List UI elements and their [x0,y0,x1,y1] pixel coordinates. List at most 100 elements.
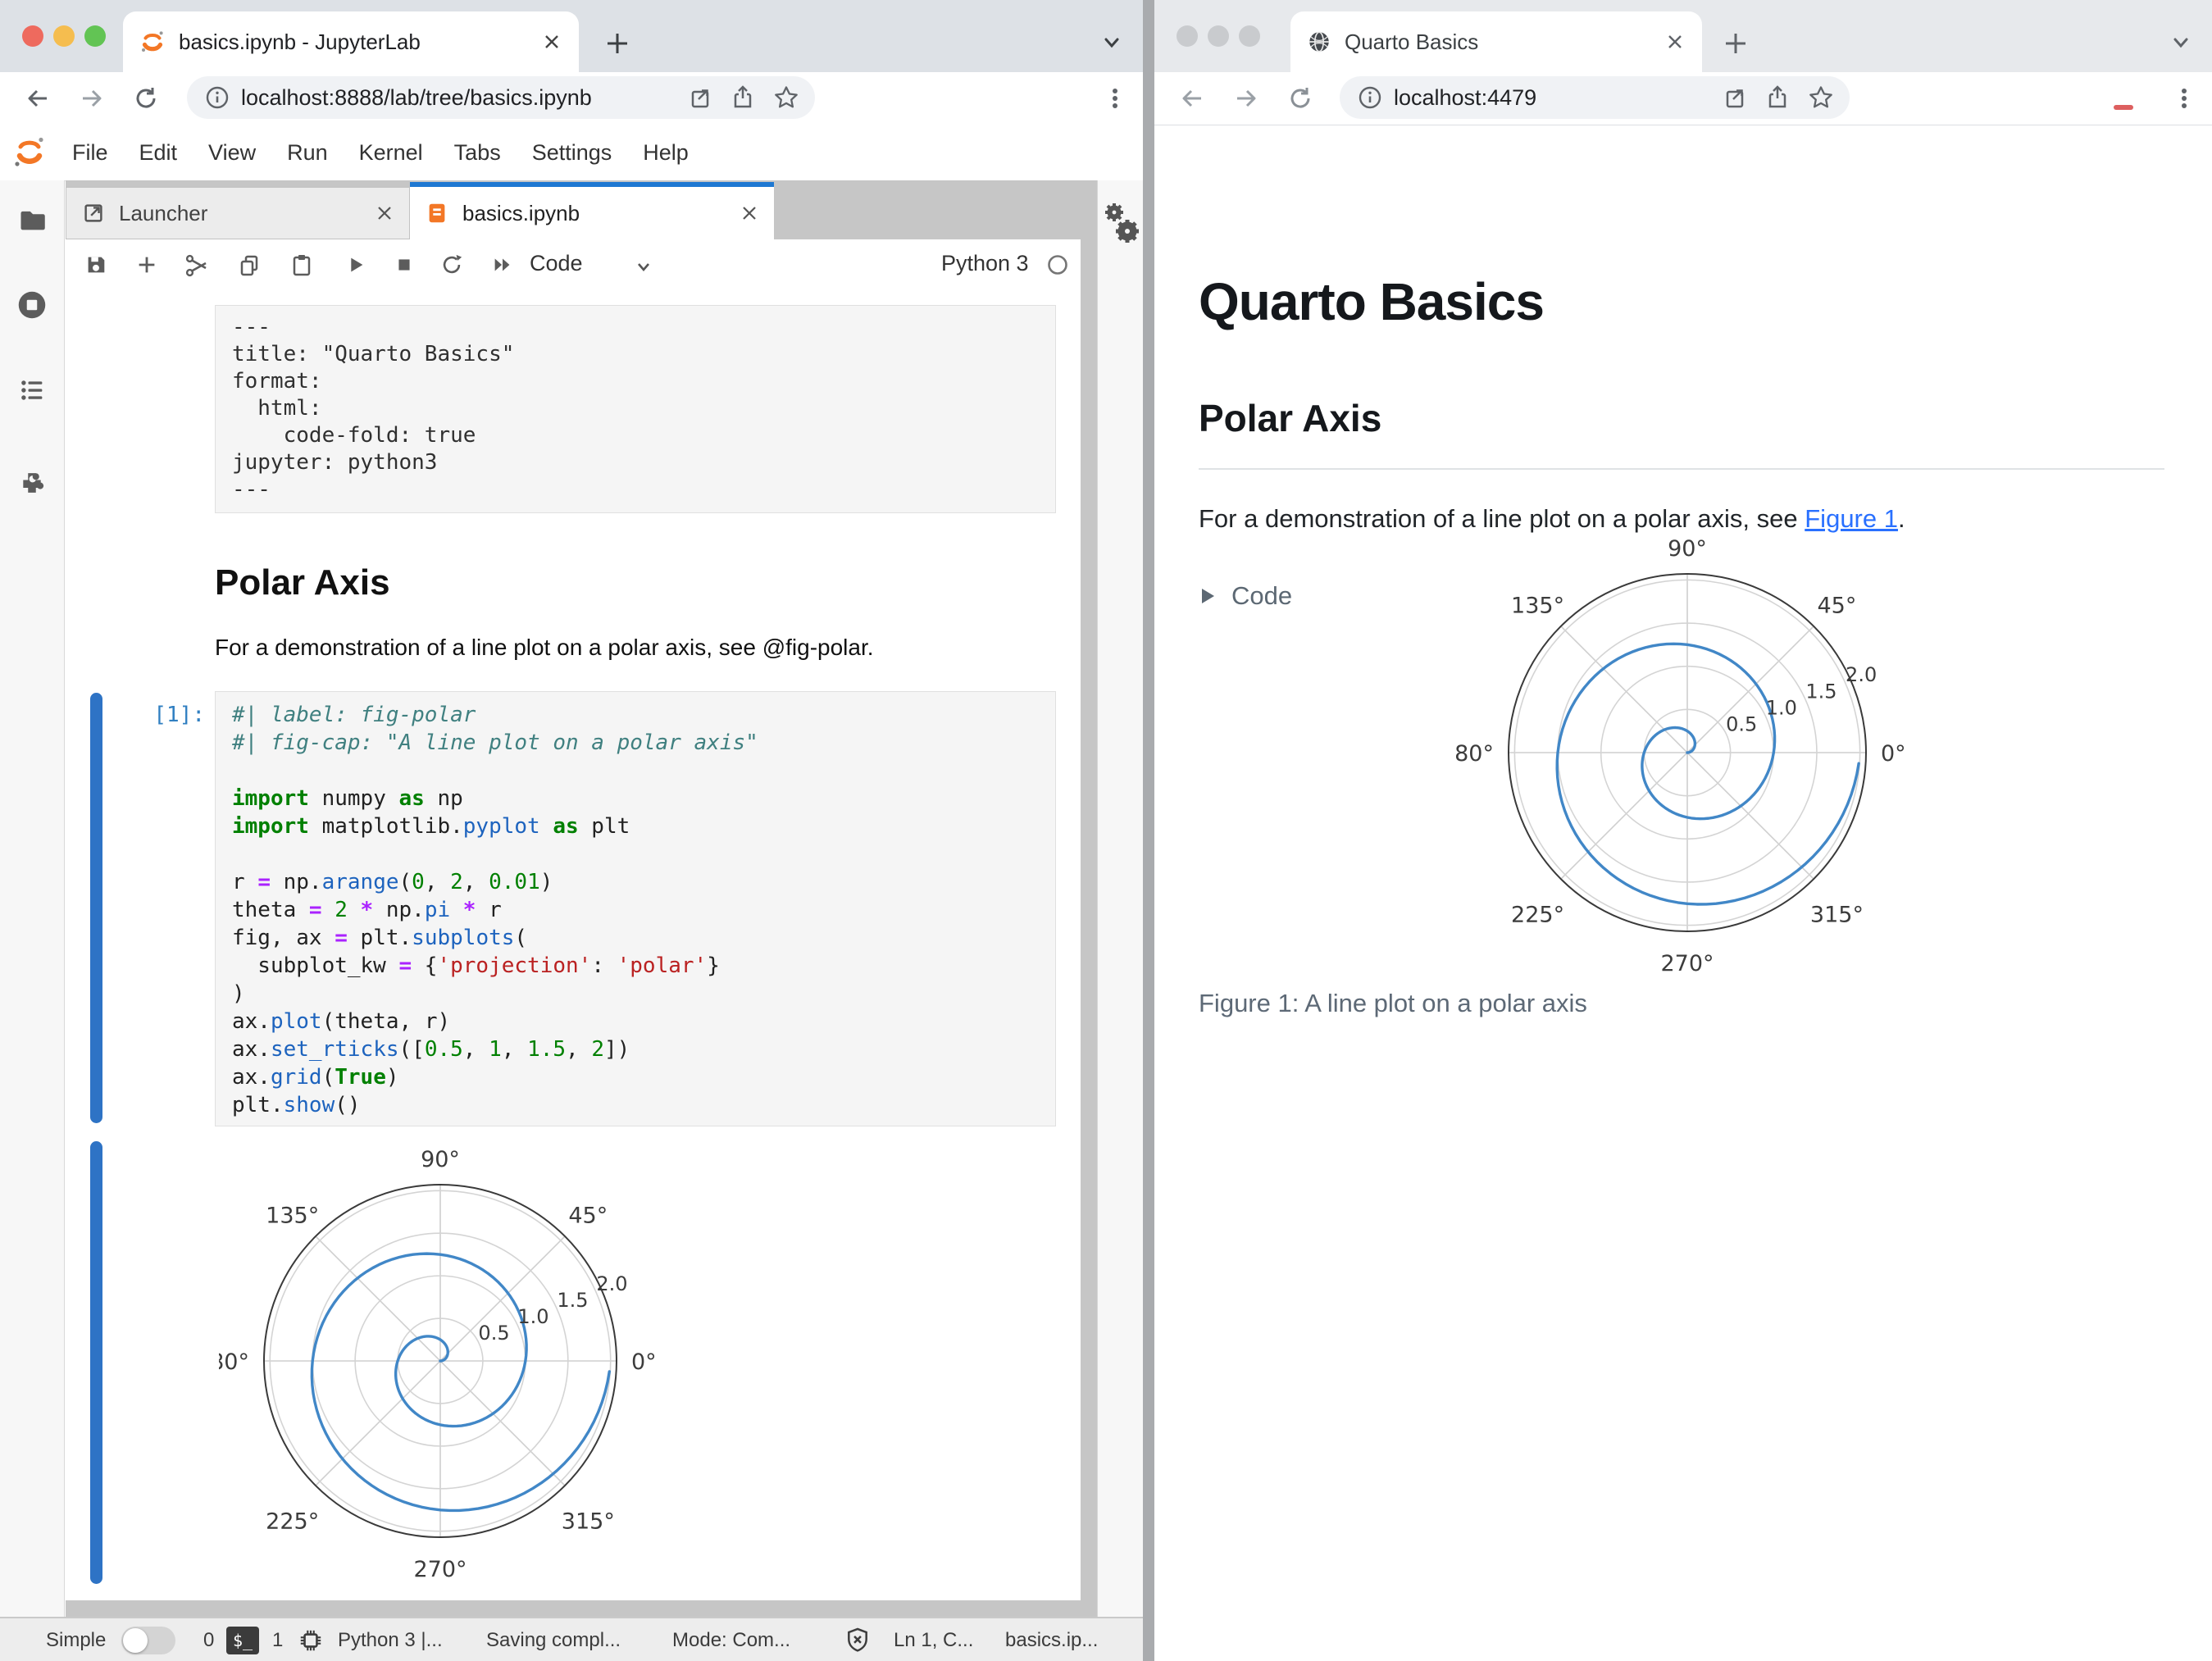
url-text[interactable]: localhost:4479 [1394,85,1722,111]
open-in-window-icon[interactable] [1722,84,1748,111]
jupyterlab-dock: Launcher basics.ipynb Code Python 3 --- … [66,180,1097,1617]
cursor-position[interactable]: Ln 1, C... [894,1629,973,1652]
close-window-button[interactable] [1177,25,1198,47]
statusbar-filename[interactable]: basics.ip... [1005,1629,1098,1652]
forward-icon[interactable] [1233,85,1259,111]
browser-tab[interactable]: Quarto Basics [1290,11,1702,72]
property-inspector-gears-icon[interactable] [1102,200,1143,248]
svg-text:1.5: 1.5 [557,1289,588,1312]
menu-item-file[interactable]: File [72,140,108,166]
new-tab-button[interactable] [603,30,631,57]
run-cell-icon[interactable] [343,253,367,277]
share-icon[interactable] [730,84,756,111]
globe-icon [1309,31,1329,52]
forward-icon[interactable] [79,85,105,111]
address-bar[interactable]: localhost:8888/lab/tree/basics.ipynb [187,76,815,119]
back-icon[interactable] [25,85,51,111]
save-icon[interactable] [84,253,108,277]
back-icon[interactable] [1179,85,1205,111]
tab-title: basics.ipynb - JupyterLab [179,29,421,54]
svg-text:2.0: 2.0 [596,1272,627,1295]
kernel-name[interactable]: Python 3 [941,251,1029,276]
raw-cell[interactable]: --- title: "Quarto Basics" format: html: c… [215,305,1056,513]
menu-item-settings[interactable]: Settings [532,140,612,166]
svg-text:315°: 315° [562,1509,615,1534]
bookmark-star-icon[interactable] [772,84,800,111]
site-info-icon[interactable] [1358,85,1382,110]
menu-item-edit[interactable]: Edit [139,140,178,166]
minimize-window-button[interactable] [53,25,75,47]
copy-cell-icon[interactable] [236,253,262,279]
add-cell-icon[interactable] [134,253,159,277]
tab-search-chevron-icon[interactable] [1099,30,1125,56]
bookmark-star-icon[interactable] [1807,84,1835,111]
close-tab-icon[interactable] [541,31,562,52]
jupyterlab-menubar: File Edit View Run Kernel Tabs Settings … [0,125,1143,181]
kernels-count[interactable]: 1 [272,1629,283,1652]
traffic-lights [22,25,106,47]
cut-cell-icon[interactable] [184,253,210,279]
extension-manager-icon[interactable] [16,467,48,498]
menu-item-run[interactable]: Run [287,140,328,166]
reload-icon[interactable] [1287,85,1313,111]
jupyterlab-activity-bar [0,180,65,1617]
share-icon[interactable] [1764,84,1791,111]
command-mode-status[interactable]: Mode: Com... [672,1629,790,1652]
code-fold-toggle[interactable]: Code [1199,581,1292,611]
menu-item-help[interactable]: Help [643,140,689,166]
chevron-down-icon[interactable] [633,256,654,277]
svg-text:270°: 270° [1660,951,1714,976]
kernel-chip-icon[interactable] [297,1627,325,1654]
kernel-status-icon[interactable] [1046,253,1069,276]
window-divider [1143,0,1154,1661]
kernel-status-text[interactable]: Python 3 |... [338,1629,443,1652]
close-window-button[interactable] [22,25,43,47]
trust-shield-icon[interactable] [843,1626,872,1655]
menu-item-tabs[interactable]: Tabs [454,140,501,166]
running-kernels-icon[interactable] [16,289,48,321]
restart-run-all-icon[interactable] [490,253,515,277]
svg-text:1.0: 1.0 [1766,696,1797,719]
url-text[interactable]: localhost:8888/lab/tree/basics.ipynb [241,85,687,111]
browser-menu-icon[interactable] [2171,85,2197,111]
cell-collapser[interactable] [90,693,102,1123]
reload-icon[interactable] [133,85,159,111]
simple-mode-toggle[interactable] [121,1627,175,1654]
stop-kernel-icon[interactable] [392,253,416,277]
browser-tabstrip: basics.ipynb - JupyterLab [0,0,1143,72]
paste-cell-icon[interactable] [289,252,315,278]
restart-kernel-icon[interactable] [439,253,464,277]
new-tab-button[interactable] [1722,30,1750,57]
output-collapser[interactable] [90,1141,102,1584]
site-info-icon[interactable] [205,85,230,110]
address-bar[interactable]: localhost:4479 [1340,76,1850,119]
minimize-window-button[interactable] [1208,25,1229,47]
tab-notebook[interactable]: basics.ipynb [410,182,774,239]
menu-item-view[interactable]: View [208,140,256,166]
menu-item-kernel[interactable]: Kernel [359,140,423,166]
close-tab-icon[interactable] [1664,31,1686,52]
section-divider [1199,468,2164,470]
svg-text:270°: 270° [413,1557,467,1582]
cell-type-dropdown[interactable]: Code [530,251,583,276]
polar-chart-notebook: 0° 45° 90° 135° 180° 225° 270° 315° 0.5 1.0 1.5 2.0 [219,1140,662,1582]
browser-menu-icon[interactable] [1102,85,1128,111]
file-browser-icon[interactable] [17,205,47,234]
open-in-window-icon[interactable] [687,84,713,111]
tab-search-chevron-icon[interactable] [2168,30,2194,56]
close-tab-icon[interactable] [375,203,394,223]
svg-text:2.0: 2.0 [1846,663,1877,686]
terminal-icon[interactable]: $_ [226,1627,259,1654]
svg-text:135°: 135° [1511,594,1564,619]
tab-launcher-label: Launcher [119,200,208,225]
jupyterlab-right-sidebar [1097,180,1143,1617]
maximize-window-button[interactable] [84,25,106,47]
svg-text:225°: 225° [1511,902,1564,927]
table-of-contents-icon[interactable] [17,375,47,405]
maximize-window-button[interactable] [1239,25,1260,47]
close-tab-icon[interactable] [740,203,759,223]
browser-tab[interactable]: basics.ipynb - JupyterLab [123,11,579,72]
tab-launcher[interactable]: Launcher [66,187,410,239]
code-cell[interactable]: #| label: fig-polar #| fig-cap: "A line p… [215,691,1056,1126]
terminals-count[interactable]: 0 [203,1629,214,1652]
